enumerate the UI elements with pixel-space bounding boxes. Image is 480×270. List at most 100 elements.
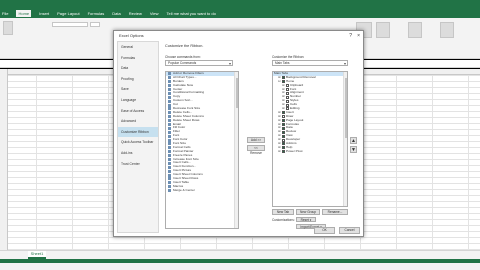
nav-item[interactable]: Advanced <box>118 116 158 127</box>
command-icon <box>168 161 171 165</box>
nav-item[interactable]: Quick Access Toolbar <box>118 137 158 148</box>
command-icon <box>168 103 171 107</box>
checkbox[interactable] <box>282 123 285 127</box>
command-icon <box>168 130 171 134</box>
ribbon-tab[interactable]: Home <box>16 10 32 17</box>
nav-item[interactable]: Customize Ribbon <box>118 126 158 138</box>
checkbox[interactable] <box>282 146 285 150</box>
cancel-button[interactable]: Cancel <box>339 227 360 234</box>
taskbar-strip <box>0 259 480 263</box>
command-icon <box>168 134 171 138</box>
insert-cells-icon[interactable] <box>408 22 422 38</box>
checkbox[interactable] <box>286 95 289 99</box>
format-as-table-icon[interactable] <box>376 22 390 38</box>
commands-scrollbar[interactable] <box>234 72 238 228</box>
command-icon <box>168 173 171 177</box>
command-icon <box>168 177 171 181</box>
checkbox[interactable] <box>286 103 289 107</box>
ribbon-tab[interactable]: Insert <box>39 11 49 16</box>
font-name-box[interactable] <box>52 22 88 27</box>
ribbon-tree-item[interactable]: ⊞ Power Pivot <box>273 149 347 154</box>
add-button[interactable]: Add >> <box>247 137 265 143</box>
command-icon <box>168 146 171 150</box>
reset-button[interactable]: Reset ▾ <box>296 217 316 222</box>
move-down-button[interactable]: ▼ <box>350 146 357 153</box>
nav-item[interactable]: Language <box>118 95 158 106</box>
nav-item[interactable]: Add-ins <box>118 148 158 159</box>
checkbox[interactable] <box>286 84 289 88</box>
command-icon <box>168 169 171 173</box>
panel-heading: Customize the Ribbon. <box>165 44 204 48</box>
command-icon <box>168 88 171 91</box>
scroll-thumb[interactable] <box>235 78 238 108</box>
checkbox[interactable] <box>282 111 285 115</box>
nav-item[interactable]: Trust Center <box>118 159 158 170</box>
title-bar <box>0 0 480 9</box>
choose-commands-dropdown[interactable]: Popular Commands <box>165 60 233 66</box>
nav-item[interactable]: General <box>118 42 158 53</box>
checkbox[interactable] <box>282 134 285 138</box>
ribbon-tab[interactable]: Tell me what you want to do <box>166 11 215 16</box>
command-icon <box>168 138 171 142</box>
checkbox[interactable] <box>282 150 285 154</box>
nav-item[interactable]: Data <box>118 63 158 74</box>
sort-filter-icon[interactable] <box>440 22 454 38</box>
customize-ribbon-panel: Customize the Ribbon. Choose commands fr… <box>162 41 362 233</box>
checkbox[interactable] <box>286 88 289 91</box>
customizations-label: Customizations: <box>272 218 295 222</box>
font-size-box[interactable] <box>90 22 100 27</box>
tree-scrollbar[interactable] <box>343 72 347 206</box>
ribbon-tab[interactable]: View <box>150 11 159 16</box>
command-icon <box>168 115 171 119</box>
command-icon <box>168 158 171 162</box>
help-icon[interactable]: ? <box>349 33 352 39</box>
ribbon-tab-bar: File Home Insert Page Layout Formulas Data Rev… <box>0 9 480 18</box>
remove-button[interactable]: << Remove <box>247 145 265 155</box>
checkbox[interactable] <box>282 119 285 123</box>
checkbox[interactable] <box>282 76 285 80</box>
sheet-tab[interactable]: Sheet1 <box>28 251 46 259</box>
command-item[interactable]: Merge & Center <box>166 188 238 193</box>
nav-item[interactable]: Proofing <box>118 74 158 85</box>
nav-item[interactable]: Formulas <box>118 53 158 64</box>
command-icon <box>168 107 171 111</box>
move-up-button[interactable]: ▲ <box>350 137 357 144</box>
command-icon <box>168 91 171 95</box>
ribbon-tab[interactable]: Formulas <box>88 11 105 16</box>
close-icon[interactable]: × <box>357 33 360 39</box>
ribbon-tab[interactable]: Page Layout <box>57 11 79 16</box>
ribbon-tab[interactable]: File <box>2 11 8 16</box>
command-icon <box>168 181 171 185</box>
command-icon <box>168 72 171 76</box>
choose-commands-label: Choose commands from: <box>165 55 201 59</box>
commands-list[interactable]: Add or Remove Filters All Chart Types... B… <box>165 71 239 229</box>
scroll-thumb[interactable] <box>344 78 347 138</box>
checkbox[interactable] <box>286 91 289 95</box>
ribbon-tabs-tree[interactable]: Main Tabs ⊞ Background Removal ⊟ Home ⊞ Clipbo… <box>272 71 348 207</box>
options-nav: General Formulas Data Proofing Save Language E… <box>117 41 159 233</box>
command-icon <box>168 99 171 103</box>
paste-icon[interactable] <box>3 21 13 35</box>
ok-button[interactable]: OK <box>314 227 335 234</box>
checkbox[interactable] <box>282 138 285 142</box>
new-tab-button[interactable]: New Tab <box>272 209 294 215</box>
command-icon <box>168 126 171 130</box>
command-icon <box>168 80 171 84</box>
ribbon-tab[interactable]: Data <box>112 11 120 16</box>
dialog-title: Excel Options <box>114 31 363 41</box>
customize-ribbon-dropdown[interactable]: Main Tabs <box>272 60 348 66</box>
ribbon-tab[interactable]: Review <box>129 11 142 16</box>
checkbox[interactable] <box>282 115 285 119</box>
checkbox[interactable] <box>282 142 285 146</box>
command-icon <box>168 119 171 123</box>
command-icon <box>168 150 171 154</box>
checkbox[interactable] <box>282 130 285 134</box>
nav-item[interactable]: Save <box>118 84 158 95</box>
command-icon <box>168 142 171 146</box>
nav-item[interactable]: Ease of Access <box>118 106 158 117</box>
new-group-button[interactable]: New Group <box>296 209 320 215</box>
command-icon <box>168 95 171 99</box>
rename-button[interactable]: Rename... <box>322 209 348 215</box>
checkbox[interactable] <box>282 126 285 130</box>
checkbox[interactable] <box>286 99 289 103</box>
